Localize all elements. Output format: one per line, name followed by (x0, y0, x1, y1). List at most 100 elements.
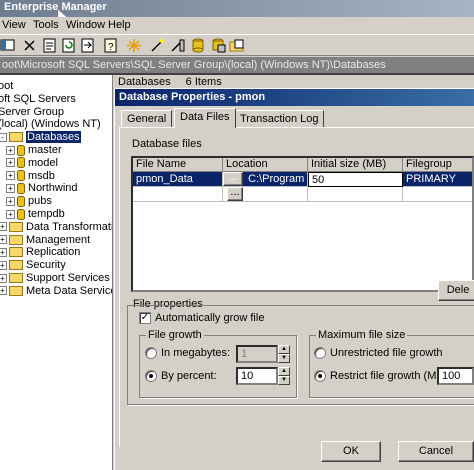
column-header-file-name[interactable]: File Name (133, 158, 223, 172)
tree-item[interactable]: oot (0, 80, 13, 93)
auto-grow-checkbox[interactable]: ✓ Automatically grow file (139, 312, 265, 325)
expand-icon[interactable]: + (0, 247, 7, 257)
max-file-size-legend: Maximum file size (316, 329, 408, 341)
radio-restrict[interactable]: Restrict file growth (MB): (314, 370, 450, 383)
console-path-bar: oot\Microsoft SQL Servers\SQL Server Gro… (0, 57, 474, 75)
tree-item[interactable]: + tempdb (6, 208, 65, 221)
tree-item-label: Server Group (0, 105, 65, 118)
console-tree[interactable]: ootoft SQL ServersServer Group(local) (W… (0, 75, 113, 470)
restrict-size-input[interactable]: 100 (437, 367, 474, 385)
folder-icon (9, 132, 23, 143)
browse-location-button-empty[interactable]: ... (227, 187, 243, 201)
megabytes-input[interactable]: 1 (236, 345, 278, 363)
column-header-location[interactable]: Location (223, 158, 308, 172)
database-icon (17, 157, 25, 169)
database-files-label: Database files (132, 138, 202, 150)
menu-view[interactable]: View (2, 19, 26, 31)
new-icon[interactable] (126, 38, 142, 53)
tree-item[interactable]: + Security (0, 259, 66, 272)
tree-item[interactable]: + Data Transformation Ser (0, 221, 112, 234)
delete-button[interactable]: Dele (438, 280, 474, 301)
expand-icon[interactable]: + (6, 171, 15, 181)
tree-item-label: oft SQL Servers (0, 92, 76, 105)
tree-item[interactable]: - Databases (0, 131, 81, 144)
app-title-bar: Enterprise Manager (0, 0, 474, 17)
cell-empty-size[interactable] (308, 187, 403, 202)
expand-icon[interactable]: + (0, 222, 7, 232)
tree-item[interactable]: + Management (0, 234, 90, 247)
folder-icon (9, 260, 23, 271)
expand-icon[interactable]: + (6, 158, 15, 168)
radio-unrestricted[interactable]: Unrestricted file growth (314, 347, 443, 360)
tree-item[interactable]: + Meta Data Services (0, 285, 112, 298)
radio-in-megabytes[interactable]: In megabytes: (145, 347, 230, 360)
expand-icon[interactable]: + (6, 145, 15, 155)
backup-icon[interactable] (210, 38, 226, 53)
wizard-icon[interactable] (150, 38, 166, 53)
tree-item[interactable]: Server Group (0, 106, 64, 119)
tree-item[interactable]: + Northwind (6, 182, 78, 195)
menu-window[interactable]: Window (66, 19, 105, 31)
tree-item-label: model (28, 156, 58, 169)
export-list-icon[interactable] (80, 38, 96, 53)
tree-item[interactable]: oft SQL Servers (0, 93, 76, 106)
cell-empty-location[interactable]: ... (223, 187, 308, 202)
expand-icon[interactable]: + (0, 286, 7, 296)
radio-restrict-icon (314, 370, 326, 383)
auto-grow-label: Automatically grow file (155, 312, 265, 324)
menu-tools[interactable]: Tools (33, 19, 59, 31)
tree-item[interactable]: (local) (Windows NT) (0, 118, 101, 131)
properties-icon[interactable] (42, 38, 58, 53)
database-icon[interactable] (190, 38, 206, 53)
expand-icon[interactable]: + (6, 196, 15, 206)
column-header-initial-size[interactable]: Initial size (MB) (308, 158, 403, 172)
tab-general[interactable]: General (121, 110, 173, 127)
folder-icon (9, 234, 23, 245)
expand-icon[interactable]: + (0, 260, 7, 270)
console-tree-icon[interactable] (0, 38, 16, 53)
cell-empty[interactable] (133, 187, 223, 202)
tree-item[interactable]: + master (6, 144, 62, 157)
cell-location[interactable]: ... C:\Program ... (223, 172, 308, 187)
svg-text:?: ? (108, 42, 114, 53)
tree-item[interactable]: + model (6, 157, 58, 170)
megabytes-spinner[interactable]: ▲ ▼ (278, 345, 290, 363)
expand-icon[interactable]: + (0, 235, 7, 245)
tree-item-label: pubs (28, 195, 52, 208)
tree-item-label: msdb (28, 169, 55, 182)
unrestricted-label: Unrestricted file growth (330, 347, 443, 359)
browse-location-button[interactable]: ... (223, 172, 243, 186)
cell-file-name[interactable]: pmon_Data (133, 172, 223, 187)
tree-item[interactable]: + Support Services (0, 272, 110, 285)
dialog-title-bar[interactable]: Database Properties - pmon (115, 89, 474, 106)
percent-spinner[interactable]: ▲ ▼ (278, 367, 290, 385)
database-files-grid[interactable]: File Name Location Initial size (MB) Fil… (131, 156, 474, 292)
cancel-button[interactable]: Cancel (398, 441, 474, 462)
tab-transaction-log[interactable]: Transaction Log (234, 110, 325, 127)
tab-data-files[interactable]: Data Files (174, 108, 236, 128)
delete-icon[interactable] (22, 38, 38, 53)
expand-icon[interactable]: + (0, 273, 7, 283)
register-server-icon[interactable] (170, 38, 186, 53)
column-header-filegroup[interactable]: Filegroup (403, 158, 472, 172)
help-icon[interactable]: ? (103, 38, 119, 53)
database-icon (17, 182, 25, 194)
expand-icon[interactable]: + (6, 183, 15, 193)
expand-icon[interactable]: + (6, 209, 15, 219)
database-icon (17, 208, 25, 220)
cell-filegroup[interactable]: PRIMARY (403, 172, 472, 187)
ok-button[interactable]: OK (321, 441, 381, 462)
refresh-icon[interactable] (61, 38, 77, 53)
tree-item[interactable]: + pubs (6, 195, 52, 208)
radio-by-percent[interactable]: By percent: (145, 370, 217, 383)
collapse-icon[interactable]: - (0, 132, 7, 142)
cell-initial-size[interactable]: 50 (308, 172, 403, 187)
tree-item[interactable]: + Replication (0, 246, 80, 259)
folder-icon (9, 221, 23, 232)
menu-help[interactable]: Help (108, 19, 131, 31)
folder-icon (9, 285, 23, 296)
folder-open-icon[interactable] (229, 38, 245, 53)
cell-empty-filegroup[interactable] (403, 187, 472, 202)
tree-item[interactable]: + msdb (6, 170, 55, 183)
percent-input[interactable]: 10 (236, 367, 278, 385)
